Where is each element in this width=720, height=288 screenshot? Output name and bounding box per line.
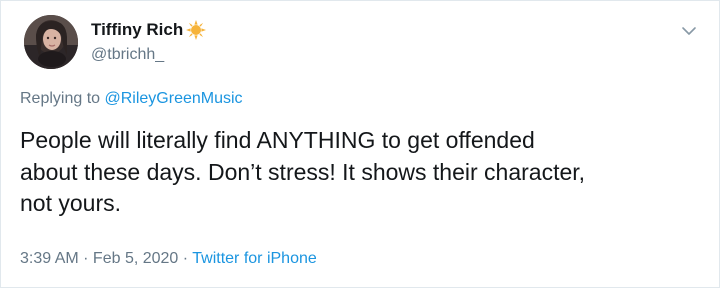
tweet-card: Tiffiny Rich @tbrichh_ Replying to @Rile…: [0, 0, 720, 288]
tweet-text: People will literally find ANYTHING to g…: [20, 127, 586, 216]
avatar-photo: [24, 15, 78, 69]
author-name-row[interactable]: Tiffiny Rich: [91, 20, 207, 40]
tweet-date[interactable]: Feb 5, 2020: [93, 250, 178, 267]
display-name[interactable]: Tiffiny Rich: [91, 20, 183, 40]
tweet-source-link[interactable]: Twitter for iPhone: [192, 250, 317, 267]
avatar[interactable]: [24, 15, 78, 69]
reply-mention-link[interactable]: @RileyGreenMusic: [105, 90, 243, 107]
chevron-down-icon[interactable]: [681, 23, 697, 39]
tweet-meta: 3:39 AM · Feb 5, 2020 · Twitter for iPho…: [20, 250, 317, 268]
replying-to-label: Replying to: [20, 90, 101, 107]
tweet-time[interactable]: 3:39 AM: [20, 250, 79, 267]
replying-to: Replying to @RileyGreenMusic: [20, 90, 243, 108]
author-handle[interactable]: @tbrichh_: [91, 46, 164, 64]
meta-separator: ·: [78, 250, 93, 267]
sun-emoji-icon: [186, 20, 207, 40]
meta-separator: ·: [178, 250, 193, 267]
